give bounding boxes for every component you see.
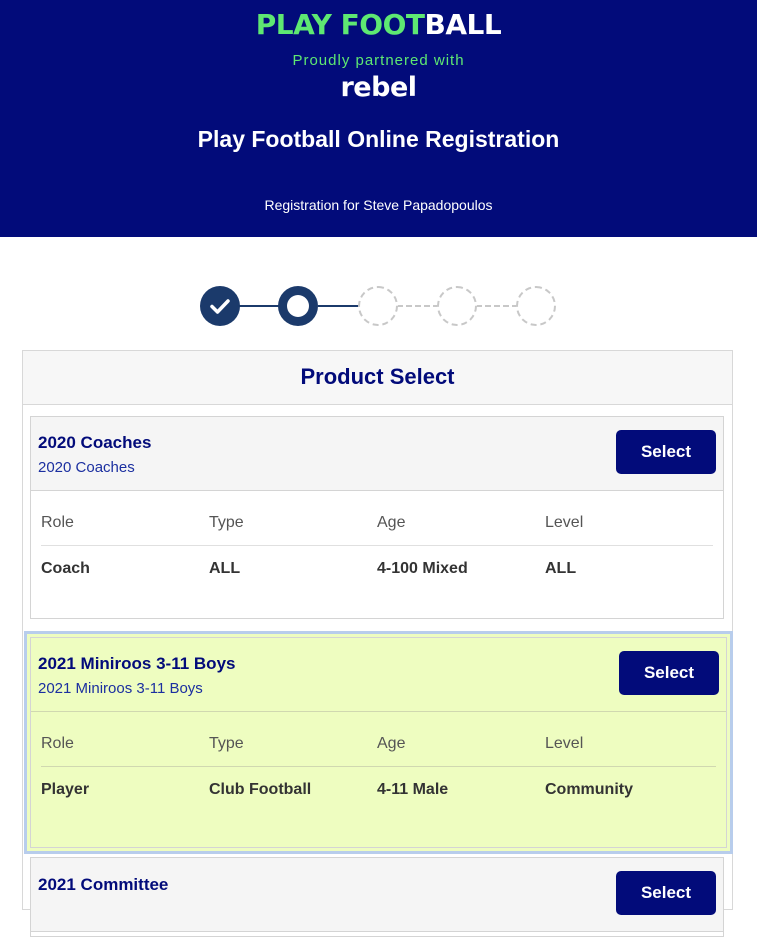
page-header: PLAY FOOTBALL Proudly partnered with reb… (0, 0, 757, 237)
step-4-pending (437, 286, 477, 326)
product-attributes: Role Type Age Level Coach ALL 4-100 Mixe… (31, 491, 723, 591)
step-3-pending (358, 286, 398, 326)
attribute-header: Level (545, 514, 584, 531)
product-subtitle: 2021 Miniroos 3-11 Boys (38, 680, 203, 697)
select-button[interactable]: Select (616, 430, 716, 474)
attribute-header: Age (377, 514, 406, 531)
product-attributes: Role Type Age Level Player Club Football… (31, 712, 726, 812)
stepper-connector (238, 305, 280, 307)
product-card[interactable]: 2020 Coaches 2020 Coaches Select Role Ty… (30, 416, 724, 619)
product-card[interactable]: 2021 Committee Select (30, 857, 724, 937)
product-card-header: 2020 Coaches 2020 Coaches Select (31, 417, 723, 491)
product-card-inner: 2021 Miniroos 3-11 Boys 2021 Miniroos 3-… (30, 637, 727, 848)
attribute-header: Type (209, 514, 244, 531)
page-title: Play Football Online Registration (197, 126, 560, 152)
step-1-completed[interactable] (200, 286, 240, 326)
panel-title: Product Select (23, 351, 732, 405)
attribute-value: ALL (545, 559, 577, 577)
stepper-connector (318, 305, 360, 307)
attribute-value: Club Football (209, 780, 312, 798)
partner-text: Proudly partnered with (292, 52, 465, 69)
product-card-header: 2021 Miniroos 3-11 Boys 2021 Miniroos 3-… (31, 638, 726, 712)
attribute-headers: Role Type Age Level (41, 712, 716, 767)
attribute-value: Player (41, 780, 90, 798)
product-card-header: 2021 Committee Select (31, 858, 723, 932)
product-subtitle: 2020 Coaches (38, 459, 135, 476)
product-select-panel: Product Select 2020 Coaches 2020 Coaches… (22, 350, 733, 937)
attribute-values: Player Club Football 4-11 Male Community (41, 767, 716, 812)
product-title: 2021 Committee (38, 875, 169, 894)
registration-for-text: Registration for Steve Papadopoulos (264, 197, 493, 213)
attribute-header: Age (377, 735, 406, 752)
select-button[interactable]: Select (616, 871, 716, 915)
attribute-value: Community (545, 780, 633, 798)
attribute-header: Type (209, 735, 244, 752)
registration-stepper (200, 286, 556, 326)
rebel-logo: rebel (340, 72, 417, 103)
attribute-header: Level (545, 735, 584, 752)
stepper-connector (476, 305, 518, 307)
attribute-header: Role (41, 735, 74, 752)
select-button[interactable]: Select (619, 651, 719, 695)
play-football-logo[interactable]: PLAY FOOTBALL (0, 8, 757, 41)
step-5-pending (516, 286, 556, 326)
attribute-headers: Role Type Age Level (41, 491, 713, 546)
attribute-header: Role (41, 514, 74, 531)
attribute-value: 4-100 Mixed (377, 559, 468, 577)
product-title: 2020 Coaches (38, 433, 152, 452)
stepper-connector (397, 305, 439, 307)
attribute-values: Coach ALL 4-100 Mixed ALL (41, 546, 713, 591)
attribute-value: 4-11 Male (377, 780, 449, 798)
attribute-value: ALL (209, 559, 241, 577)
attribute-value: Coach (41, 559, 90, 577)
product-title: 2021 Miniroos 3-11 Boys (38, 654, 236, 673)
check-icon (210, 299, 230, 314)
product-card-selected[interactable]: 2021 Miniroos 3-11 Boys 2021 Miniroos 3-… (24, 631, 733, 854)
step-2-current[interactable] (278, 286, 318, 326)
